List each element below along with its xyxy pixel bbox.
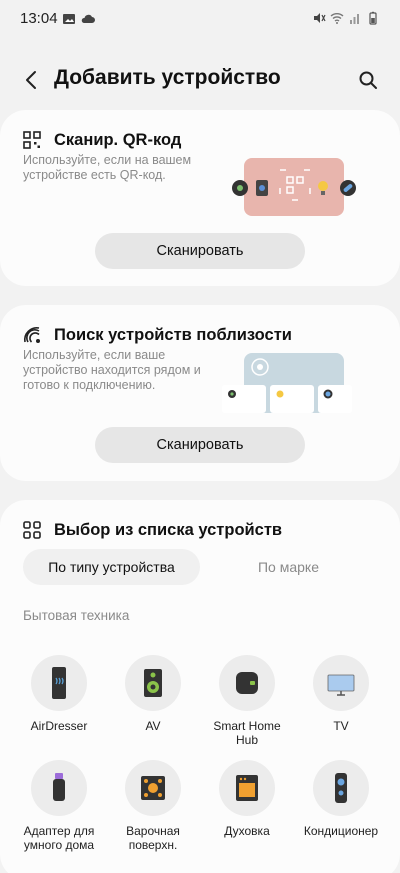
back-arrow-icon[interactable] bbox=[18, 66, 46, 94]
device-tile-cooktop[interactable]: Варочная поверхн. bbox=[106, 760, 200, 852]
device-label: TV bbox=[333, 719, 349, 733]
air-conditioner-icon bbox=[335, 773, 347, 803]
device-tile-av[interactable]: AV bbox=[106, 655, 200, 733]
gallery-notification-icon bbox=[63, 14, 75, 24]
mute-icon bbox=[314, 13, 326, 23]
qr-scan-button[interactable]: Сканировать bbox=[95, 233, 305, 269]
nearby-scan-card: Поиск устройств поблизости Используйте, … bbox=[0, 305, 400, 481]
section-label: Бытовая техника bbox=[23, 608, 130, 623]
list-card-title: Выбор из списка устройств bbox=[54, 521, 283, 539]
page-title: Добавить устройство bbox=[54, 66, 281, 89]
qr-code-icon bbox=[23, 131, 41, 149]
tv-icon bbox=[327, 674, 355, 696]
status-bar: 13:04 bbox=[0, 0, 400, 38]
device-tile-adapter[interactable]: Адаптер для умного дома bbox=[12, 760, 106, 852]
qr-card-title: Сканир. QR-код bbox=[54, 131, 182, 149]
device-label: AirDresser bbox=[30, 719, 88, 733]
search-icon[interactable] bbox=[354, 66, 382, 94]
device-label: Духовка bbox=[224, 824, 270, 838]
device-list-card: Выбор из списка устройств По типу устрой… bbox=[0, 500, 400, 873]
cloud-notification-icon bbox=[81, 14, 95, 23]
nearby-card-description: Используйте, если ваше устройство находи… bbox=[23, 348, 201, 392]
device-tile-airdresser[interactable]: AirDresser bbox=[12, 655, 106, 733]
airdresser-icon bbox=[52, 667, 66, 699]
oven-icon bbox=[236, 775, 258, 801]
device-label: Smart Home Hub bbox=[213, 719, 281, 747]
device-tile-air-conditioner[interactable]: Кондиционер bbox=[294, 760, 388, 838]
nearby-card-title: Поиск устройств поблизости bbox=[54, 326, 292, 344]
nearby-illustration bbox=[222, 353, 352, 413]
tab-by-device-type[interactable]: По типу устройства bbox=[23, 549, 200, 585]
device-label: Кондиционер bbox=[303, 824, 379, 838]
signal-icon bbox=[350, 14, 359, 24]
hub-icon bbox=[236, 672, 258, 694]
tab-by-brand[interactable]: По марке bbox=[200, 549, 377, 585]
status-time: 13:04 bbox=[20, 10, 58, 27]
device-label: Адаптер для умного дома bbox=[23, 824, 95, 852]
device-tile-smart-home-hub[interactable]: Smart Home Hub bbox=[200, 655, 294, 747]
cooktop-icon bbox=[141, 776, 165, 800]
filter-tabs: По типу устройства По марке bbox=[23, 549, 377, 585]
app-header: Добавить устройство bbox=[0, 58, 400, 102]
nearby-radar-icon bbox=[24, 327, 40, 343]
device-label: AV bbox=[145, 719, 161, 733]
qr-illustration bbox=[232, 158, 356, 216]
battery-icon bbox=[369, 11, 377, 25]
wifi-icon bbox=[330, 13, 344, 24]
nearby-scan-button[interactable]: Сканировать bbox=[95, 427, 305, 463]
device-tile-tv[interactable]: TV bbox=[294, 655, 388, 733]
qr-scan-card: Сканир. QR-код Используйте, если на ваше… bbox=[0, 110, 400, 286]
adapter-icon bbox=[53, 773, 65, 801]
speaker-icon bbox=[144, 669, 162, 697]
device-label: Варочная поверхн. bbox=[126, 824, 180, 852]
device-tile-oven[interactable]: Духовка bbox=[200, 760, 294, 838]
qr-card-description: Используйте, если на вашем устройстве ес… bbox=[23, 153, 192, 182]
grid-icon bbox=[23, 521, 41, 539]
